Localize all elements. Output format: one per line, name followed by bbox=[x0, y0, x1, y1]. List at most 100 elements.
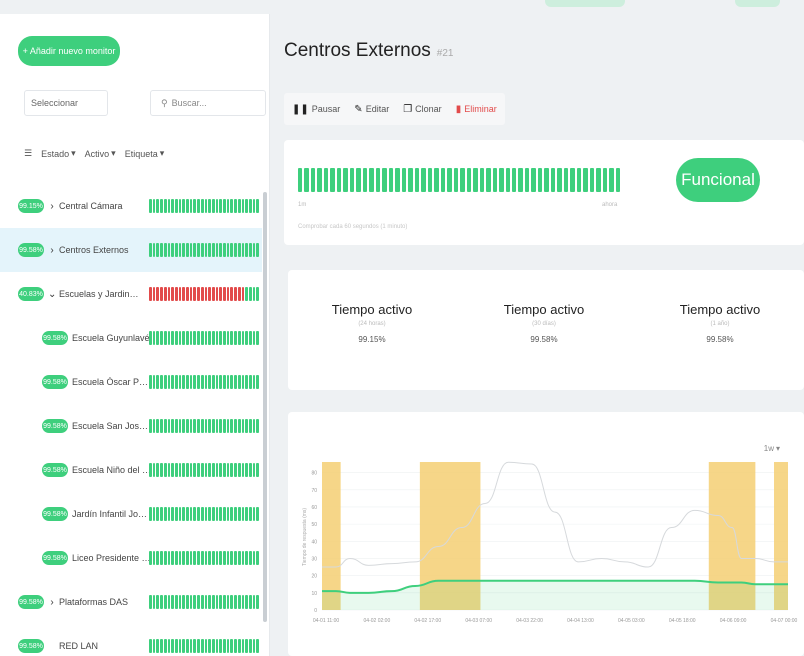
heartbeat-mini-bar bbox=[149, 463, 260, 477]
heartbeat-beat bbox=[298, 168, 303, 192]
pause-button[interactable]: ❚❚ Pausar bbox=[292, 104, 340, 115]
chevron-down-icon: ▾ bbox=[71, 148, 76, 158]
heartbeat-mini-bar bbox=[149, 551, 260, 565]
filter-tag-label: Etiqueta bbox=[124, 148, 158, 159]
filter-active[interactable]: Activo ▾ bbox=[85, 148, 116, 159]
monitor-list-item[interactable]: 99.15% › Central Cámara bbox=[18, 184, 262, 228]
chevron-icon[interactable]: ⌄ bbox=[48, 289, 56, 300]
uptime-period: (24 horas) bbox=[358, 321, 386, 327]
uptime-card: Tiempo activo (24 horas) 99.15% Tiempo a… bbox=[288, 270, 804, 390]
heartbeat-beat bbox=[602, 168, 608, 192]
y-tick-label: 10 bbox=[311, 591, 317, 597]
heartbeat-beat bbox=[304, 168, 309, 192]
heartbeat-beat bbox=[596, 168, 601, 192]
add-monitor-button[interactable]: + Añadir nuevo monitor bbox=[18, 36, 120, 66]
y-tick-label: 0 bbox=[314, 608, 317, 614]
heartbeat-beat bbox=[518, 168, 523, 192]
heartbeat-beat bbox=[550, 168, 556, 192]
monitor-list-item[interactable]: 99.58% Escuela Óscar Pérez... bbox=[18, 360, 262, 404]
heartbeat-mini-bar bbox=[149, 419, 260, 433]
heartbeat-beat bbox=[408, 168, 413, 192]
chevron-icon[interactable]: › bbox=[48, 245, 56, 256]
header-button[interactable] bbox=[545, 0, 625, 7]
filter-active-label: Activo bbox=[84, 148, 110, 159]
uptime-value: 99.58% bbox=[706, 335, 734, 344]
pause-icon: ❚❚ bbox=[292, 103, 309, 115]
heartbeat-beat bbox=[563, 168, 569, 192]
monitor-toolbar: ❚❚ Pausar ✎ Editar ❐ Clonar ▮ Eliminar bbox=[284, 93, 505, 125]
delete-icon: ▮ bbox=[455, 103, 462, 115]
series-area bbox=[322, 580, 788, 610]
monitor-list-item[interactable]: 99.58% › Plataformas DAS bbox=[18, 580, 262, 624]
uptime-badge: 99.58% bbox=[18, 639, 44, 653]
monitor-list-item[interactable]: 99.58% Jardín Infantil Joaquí... bbox=[18, 492, 262, 536]
search-input[interactable]: ⚲ Buscar... bbox=[150, 90, 266, 116]
monitor-list-item[interactable]: 99.58% Escuela San José Ob... bbox=[18, 404, 262, 448]
heartbeat-mini-bar bbox=[149, 375, 260, 389]
uptime-badge: 99.58% bbox=[18, 243, 44, 257]
x-tick-label: 04-01 11:00 bbox=[313, 618, 340, 624]
uptime-title: Tiempo activo bbox=[679, 302, 761, 317]
chevron-icon[interactable]: › bbox=[48, 597, 56, 608]
heartbeat-beat bbox=[486, 168, 491, 192]
clone-icon: ❐ bbox=[403, 103, 413, 115]
x-tick-label: 04-04 13:00 bbox=[567, 618, 594, 624]
uptime-period: (1 año) bbox=[710, 321, 730, 327]
monitor-list-item[interactable]: 99.58% Liceo Presidente Bal... bbox=[18, 536, 262, 580]
y-axis-title: Tiempo de respuesta (ms) bbox=[302, 508, 308, 567]
uptime-30d: Tiempo activo (30 días) 99.58% bbox=[484, 302, 604, 344]
filter-tag[interactable]: Etiqueta ▾ bbox=[125, 148, 165, 159]
heartbeat-beat bbox=[557, 168, 562, 192]
select-dropdown[interactable]: Seleccionar bbox=[24, 90, 108, 116]
monitor-list-item[interactable]: 40.83% ⌄ Escuelas y Jardines bbox=[18, 272, 262, 316]
y-tick-label: 50 bbox=[311, 522, 317, 528]
delete-button[interactable]: ▮ Eliminar bbox=[456, 104, 497, 115]
monitor-list-item[interactable]: 99.58% RED LAN bbox=[18, 624, 262, 656]
filter-status[interactable]: Estado ▾ bbox=[41, 148, 76, 159]
x-tick-label: 04-07 00:00 bbox=[771, 618, 798, 624]
uptime-badge: 99.15% bbox=[18, 199, 44, 213]
uptime-period: (30 días) bbox=[532, 321, 556, 327]
uptime-badge: 99.58% bbox=[42, 463, 68, 477]
delete-label: Eliminar bbox=[464, 104, 497, 114]
monitor-list-item[interactable]: 99.58% › Centros Externos bbox=[0, 228, 262, 272]
heartbeat-beat bbox=[473, 168, 478, 192]
monitor-list-item[interactable]: 99.58% Escuela Guyunlavé bbox=[18, 316, 262, 360]
heartbeat-beat bbox=[583, 168, 588, 192]
monitor-name: Escuela San José Ob... bbox=[72, 421, 152, 431]
heartbeat-beat bbox=[453, 168, 459, 192]
heartbeat-mini-bar bbox=[149, 287, 260, 301]
monitor-list-item[interactable]: 99.58% Escuela Niño del Pue... bbox=[18, 448, 262, 492]
heartbeat-mini-bar bbox=[149, 331, 260, 345]
status-card: 1m ahora Comprobar cada 60 segundos (1 m… bbox=[284, 140, 804, 245]
heartbeat-beat bbox=[460, 168, 465, 192]
clone-button[interactable]: ❐ Clonar bbox=[403, 104, 441, 115]
monitor-name: Escuela Guyunlavé bbox=[72, 333, 150, 343]
heartbeat-mini-bar bbox=[149, 243, 260, 257]
heartbeat-beat bbox=[388, 168, 394, 192]
heartbeat-beat bbox=[570, 168, 575, 192]
heartbeat-beat bbox=[609, 168, 614, 192]
heartbeat-beat bbox=[382, 168, 387, 192]
monitor-id: #21 bbox=[436, 48, 454, 59]
heartbeat-beat bbox=[492, 168, 498, 192]
downtime-band bbox=[322, 462, 341, 610]
heartbeat-beat bbox=[349, 168, 355, 192]
chevron-icon[interactable]: › bbox=[48, 201, 56, 212]
uptime-badge: 99.58% bbox=[42, 551, 68, 565]
heartbeat-beat bbox=[336, 168, 342, 192]
sidebar-scrollbar[interactable] bbox=[263, 192, 267, 622]
heartbeat-beat bbox=[401, 168, 407, 192]
heartbeat-beat bbox=[343, 168, 348, 192]
filter-icon[interactable]: ☰ bbox=[24, 148, 32, 159]
x-tick-label: 04-02 17:00 bbox=[414, 618, 441, 624]
edit-button[interactable]: ✎ Editar bbox=[354, 104, 389, 115]
heartbeat-mini-bar bbox=[149, 199, 260, 213]
header-button[interactable] bbox=[735, 0, 780, 7]
uptime-value: 99.15% bbox=[358, 335, 386, 344]
y-tick-label: 20 bbox=[311, 574, 317, 580]
uptime-badge: 99.58% bbox=[42, 331, 68, 345]
heartbeat-beat bbox=[447, 168, 452, 192]
uptime-badge: 99.58% bbox=[42, 375, 68, 389]
monitor-name: Centros Externos bbox=[59, 245, 129, 255]
